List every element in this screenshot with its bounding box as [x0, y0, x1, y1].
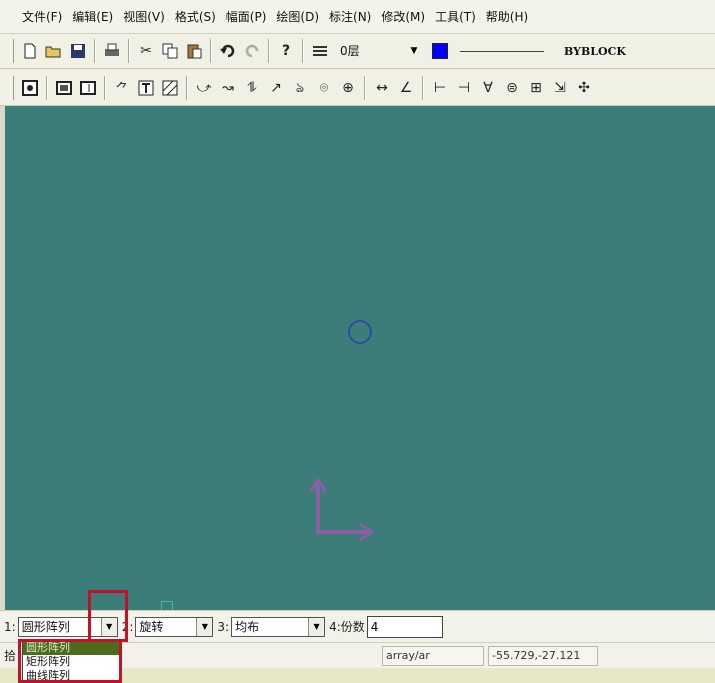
symbol-icon[interactable]: ⌾ — [313, 77, 335, 99]
redo-icon[interactable] — [241, 40, 263, 62]
distribution-select[interactable]: 均布 ▼ — [231, 616, 326, 637]
menu-modify[interactable]: 修改(M) — [381, 8, 425, 25]
count-input[interactable]: 4 — [366, 615, 443, 638]
menu-tools[interactable]: 工具(T) — [435, 8, 476, 25]
separator — [128, 39, 130, 63]
angle-dimension-icon[interactable]: ∠ — [395, 77, 417, 99]
fillet-icon[interactable]: ⊜ — [501, 77, 523, 99]
drawn-circle[interactable] — [348, 320, 372, 344]
menu-paper[interactable]: 幅面(P) — [226, 8, 267, 25]
menu-edit[interactable]: 编辑(E) — [72, 8, 113, 25]
explode-icon[interactable]: ✣ — [573, 77, 595, 99]
chevron-down-icon[interactable]: ▼ — [406, 46, 422, 56]
separator — [364, 75, 366, 100]
break-icon[interactable]: ∀ — [477, 77, 499, 99]
command-prompt: 拾 — [4, 649, 17, 663]
ucs-axis-icon — [308, 478, 375, 542]
coordinate-readout: -55.729,-27.121 — [488, 646, 598, 666]
trim-icon[interactable]: ⊢ — [429, 77, 451, 99]
separator — [210, 39, 212, 63]
draw-toolbar: ⺈ ⤻ ↝ ⥮ ↗ ঌ ⌾ ⊕ ↔ ∠ ⊢ ⊣ ∀ ⊜ ⊞ ⇲ ✣ — [0, 70, 715, 106]
text-icon[interactable] — [135, 77, 157, 99]
menu-format[interactable]: 格式(S) — [175, 8, 216, 25]
param3-label: 3: — [217, 619, 230, 634]
toolbar-grip[interactable] — [10, 39, 14, 63]
paste-icon[interactable] — [183, 40, 205, 62]
cut-icon[interactable]: ✂ — [135, 40, 157, 62]
help-icon[interactable]: ? — [275, 40, 297, 62]
line-icon[interactable]: ⤻ — [193, 77, 215, 99]
separator — [186, 75, 188, 100]
save-icon[interactable] — [67, 40, 89, 62]
distribution-value: 均布 — [235, 619, 260, 634]
menu-dimension[interactable]: 标注(N) — [329, 8, 371, 25]
linear-dimension-icon[interactable]: ↔ — [371, 77, 393, 99]
zoom-window-icon[interactable] — [19, 77, 41, 99]
arc-icon[interactable]: ↝ — [217, 77, 239, 99]
highlight-dropdown-list — [18, 639, 122, 683]
layer-name: 0层 — [340, 44, 360, 58]
separator — [422, 75, 424, 100]
rotation-mode-select[interactable]: 旋转 ▼ — [135, 616, 214, 637]
param4-label: 4:份数 — [329, 620, 365, 634]
chamfer-icon[interactable]: ⊞ — [525, 77, 547, 99]
polyline-icon[interactable]: ঌ — [289, 77, 311, 99]
print-icon[interactable] — [101, 40, 123, 62]
zoom-previous-icon[interactable] — [77, 77, 99, 99]
offset-icon[interactable]: ⇲ — [549, 77, 571, 99]
menu-help[interactable]: 帮助(H) — [486, 8, 528, 25]
param1-label: 1: — [4, 619, 16, 634]
color-swatch[interactable] — [432, 43, 448, 59]
command-field: array/ar — [382, 646, 484, 666]
layer-selector[interactable]: 0层 ▼ — [336, 41, 422, 61]
menu-draw[interactable]: 绘图(D) — [276, 8, 319, 25]
separator — [302, 39, 304, 63]
hatch-icon[interactable] — [159, 77, 181, 99]
arrow-icon[interactable]: ↗ — [265, 77, 287, 99]
layer-manager-icon[interactable] — [309, 40, 331, 62]
separator — [104, 75, 106, 100]
lineweight-label[interactable]: BYBLOCK — [564, 45, 626, 58]
undo-icon[interactable] — [217, 40, 239, 62]
highlight-dropdown-arrow — [88, 590, 128, 642]
chevron-down-icon[interactable]: ▼ — [308, 617, 325, 636]
zoom-extents-icon[interactable] — [53, 77, 75, 99]
menu-file[interactable]: 文件(F) — [22, 8, 62, 25]
spline-icon[interactable]: ⥮ — [241, 77, 263, 99]
toolbar-grip[interactable] — [10, 75, 14, 100]
linetype-preview[interactable] — [460, 50, 544, 52]
copy-icon[interactable] — [159, 40, 181, 62]
menu-view[interactable]: 视图(V) — [123, 8, 165, 25]
separator — [46, 75, 48, 100]
separator — [94, 39, 96, 63]
extend-icon[interactable]: ⊣ — [453, 77, 475, 99]
intersect-icon[interactable]: ⺈ — [111, 77, 133, 99]
new-file-icon[interactable] — [19, 40, 41, 62]
center-mark-icon[interactable]: ⊕ — [337, 77, 359, 99]
separator — [268, 39, 270, 63]
menu-bar: 文件(F) 编辑(E) 视图(V) 格式(S) 幅面(P) 绘图(D) 标注(N… — [0, 0, 715, 34]
chevron-down-icon[interactable]: ▼ — [196, 617, 213, 636]
rotation-mode-value: 旋转 — [139, 619, 164, 634]
open-folder-icon[interactable] — [43, 40, 65, 62]
cad-window: 文件(F) 编辑(E) 视图(V) 格式(S) 幅面(P) 绘图(D) 标注(N… — [0, 0, 715, 683]
standard-toolbar: ✂ ? 0层 ▼ BYBLOCK — [0, 34, 715, 69]
